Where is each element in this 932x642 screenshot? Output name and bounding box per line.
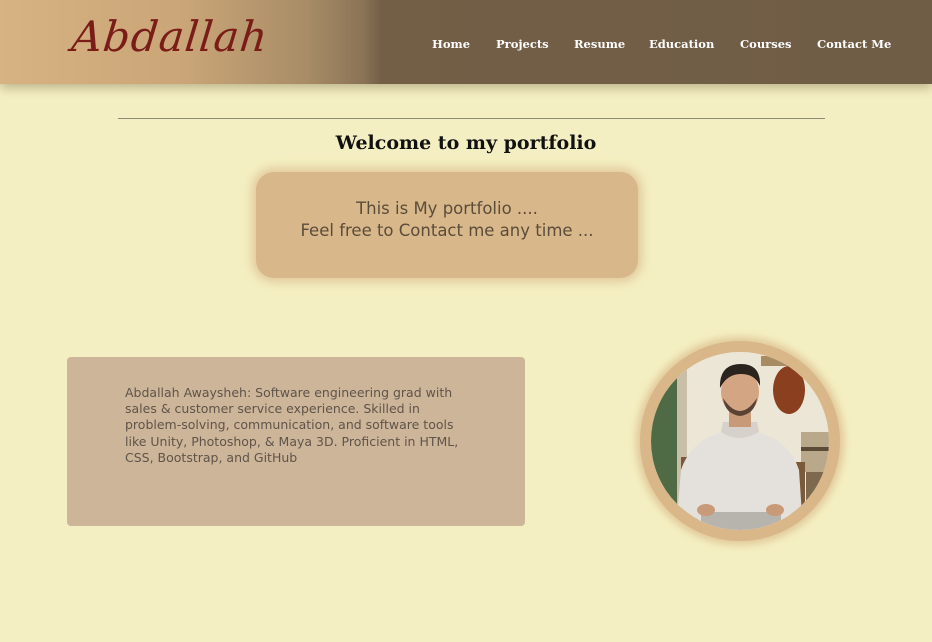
bio-card: Abdallah Awaysheh: Software engineering … xyxy=(67,357,525,526)
intro-box: This is My portfolio .... Feel free to C… xyxy=(256,172,638,278)
welcome-title: Welcome to my portfolio xyxy=(335,132,597,154)
profile-photo-frame xyxy=(640,341,840,541)
profile-photo xyxy=(651,352,829,530)
site-header: Abdallah Home Projects Resume Education … xyxy=(0,0,932,84)
nav-education[interactable]: Education xyxy=(649,37,714,51)
intro-line-1: This is My portfolio .... xyxy=(356,199,538,218)
site-logo[interactable]: Abdallah xyxy=(69,12,270,61)
nav-projects[interactable]: Projects xyxy=(496,37,549,51)
nav-home[interactable]: Home xyxy=(432,37,470,51)
bio-text: Abdallah Awaysheh: Software engineering … xyxy=(125,385,459,465)
intro-line-2: Feel free to Contact me any time ... xyxy=(300,221,594,240)
nav-contact-me[interactable]: Contact Me xyxy=(817,37,891,51)
section-divider xyxy=(118,118,825,119)
nav-resume[interactable]: Resume xyxy=(574,37,625,51)
profile-photo-illustration xyxy=(651,352,829,530)
portfolio-page: Abdallah Home Projects Resume Education … xyxy=(0,0,932,642)
nav-courses[interactable]: Courses xyxy=(740,37,792,51)
